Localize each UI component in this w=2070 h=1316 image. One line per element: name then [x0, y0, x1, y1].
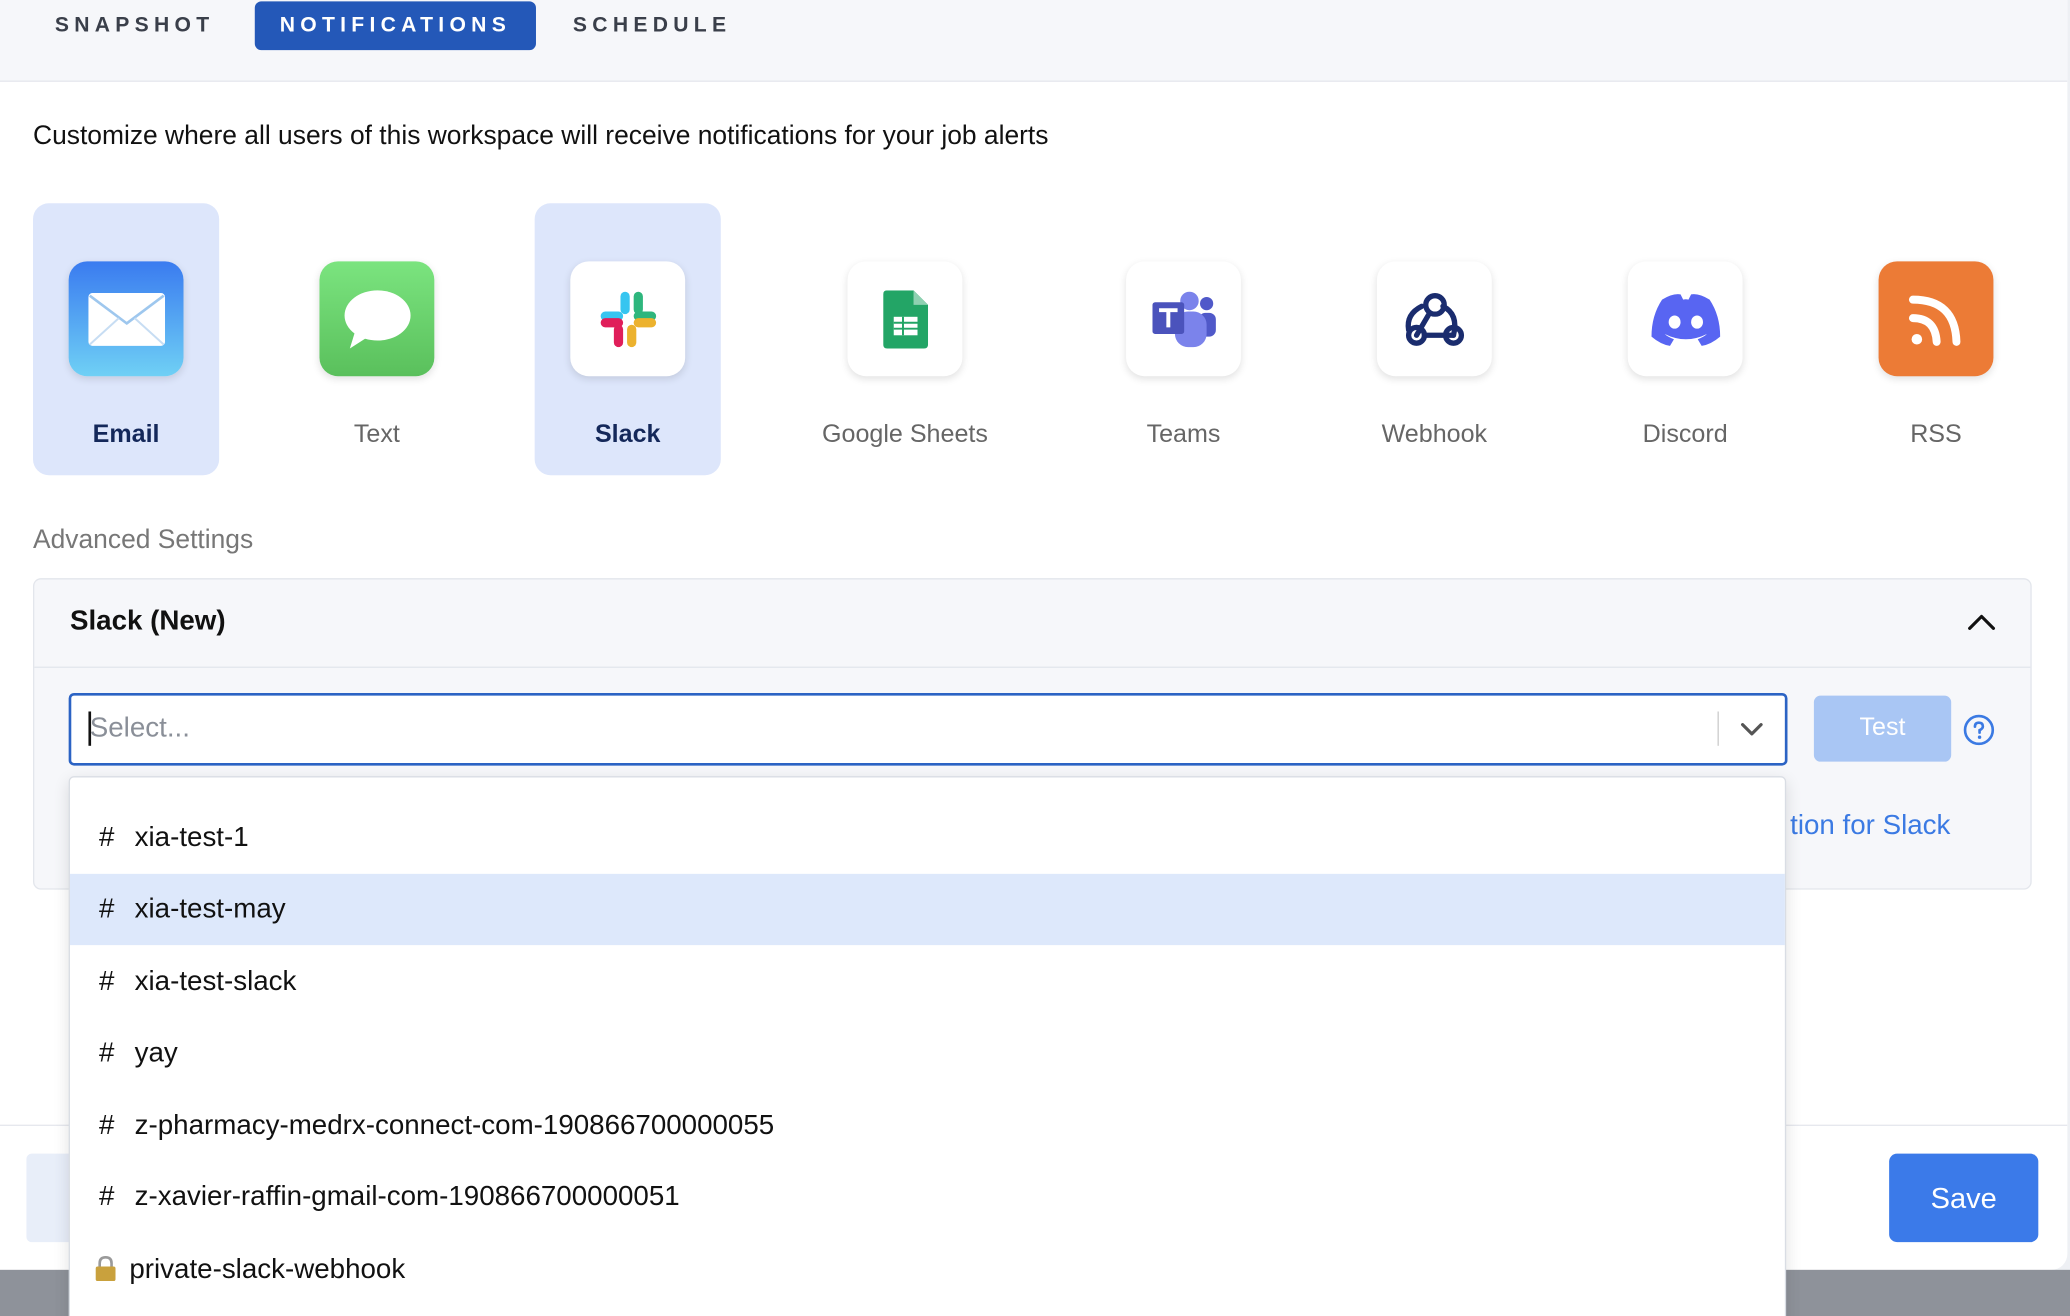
channel-slack[interactable]: Slack: [534, 203, 721, 476]
channel-text-label: Text: [353, 421, 400, 449]
hash-icon: #: [99, 1110, 115, 1141]
dropdown-option[interactable]: # xia-test-slack: [70, 946, 1785, 1017]
slack-channel-dropdown: # xia-test-1 # xia-test-may # xia-test-s…: [68, 776, 1787, 1316]
option-label: z-xavier-raffin-gmail-com-19086670000005…: [134, 1181, 680, 1212]
panel-header[interactable]: Slack (New): [34, 579, 2031, 668]
advanced-settings-title: Advanced Settings: [33, 525, 254, 555]
intro-text: Customize where all users of this worksp…: [33, 121, 1049, 151]
teams-icon: [1126, 261, 1241, 377]
channel-text[interactable]: Text: [284, 203, 470, 475]
dropdown-option-highlighted[interactable]: # xia-test-may: [69, 873, 1785, 946]
channel-teams[interactable]: Teams: [1090, 203, 1276, 475]
tab-snapshot[interactable]: SNAPSHOT: [29, 1, 240, 50]
tab-bar: SNAPSHOT NOTIFICATIONS SCHEDULE: [0, 0, 2068, 82]
channel-teams-label: Teams: [1146, 421, 1221, 449]
hash-icon: #: [99, 893, 115, 925]
webhook-icon: [1376, 261, 1492, 377]
hash-icon: #: [99, 1037, 115, 1068]
email-icon: [68, 261, 184, 377]
hash-icon: #: [99, 1181, 115, 1212]
chevron-up-icon[interactable]: [1964, 606, 1998, 640]
option-label: xia-test-may: [134, 893, 286, 925]
option-label: private-slack-webhook: [129, 1254, 406, 1285]
channel-google-sheets-label: Google Sheets: [821, 421, 988, 449]
channel-rss[interactable]: RSS: [1843, 203, 2029, 475]
channel-google-sheets[interactable]: Google Sheets: [812, 203, 998, 475]
dropdown-option[interactable]: # z-xavier-raffin-gmail-com-190866700000…: [70, 1162, 1785, 1233]
slack-instructions-link[interactable]: tion for Slack: [1790, 810, 1950, 842]
rss-icon: [1878, 261, 1994, 377]
google-sheets-icon: [847, 261, 963, 377]
select-placeholder: Select...: [89, 712, 190, 744]
hash-icon: #: [99, 822, 115, 853]
slack-icon: [570, 261, 686, 377]
dropdown-option[interactable]: # xia-test-1: [70, 803, 1785, 874]
tab-notifications[interactable]: NOTIFICATIONS: [254, 1, 536, 51]
channel-email-label: Email: [92, 421, 160, 449]
lock-icon: [95, 1255, 116, 1282]
option-label: yay: [134, 1037, 178, 1068]
message-icon: [319, 261, 435, 377]
dropdown-option[interactable]: # z-pharmacy-medrx-connect-com-190866700…: [70, 1090, 1785, 1161]
slack-channel-select[interactable]: Select...: [68, 693, 1788, 766]
option-label: xia-test-1: [134, 822, 249, 853]
hash-icon: #: [99, 966, 115, 997]
dropdown-option[interactable]: private-slack-webhook: [70, 1234, 1785, 1305]
tab-schedule[interactable]: SCHEDULE: [552, 1, 753, 50]
channel-rss-label: RSS: [1910, 421, 1962, 449]
option-label: z-pharmacy-medrx-connect-com-19086670000…: [134, 1110, 775, 1141]
channel-email[interactable]: Email: [33, 203, 220, 476]
help-icon[interactable]: [1963, 714, 1995, 746]
select-separator: [1717, 711, 1719, 746]
chevron-down-icon[interactable]: [1737, 714, 1766, 743]
option-label: xia-test-slack: [134, 966, 297, 997]
channel-webhook-label: Webhook: [1381, 421, 1488, 449]
panel-title: Slack (New): [69, 605, 226, 637]
test-button[interactable]: Test: [1813, 695, 1952, 762]
channel-webhook[interactable]: Webhook: [1341, 203, 1527, 475]
save-button[interactable]: Save: [1889, 1153, 2039, 1243]
dropdown-option[interactable]: # yay: [70, 1018, 1785, 1089]
channel-discord-label: Discord: [1642, 421, 1728, 449]
discord-icon: [1627, 261, 1743, 377]
channel-slack-label: Slack: [594, 421, 661, 449]
channel-discord[interactable]: Discord: [1592, 203, 1778, 475]
app-canvas: SNAPSHOT NOTIFICATIONS SCHEDULE Customiz…: [0, 0, 2070, 1316]
